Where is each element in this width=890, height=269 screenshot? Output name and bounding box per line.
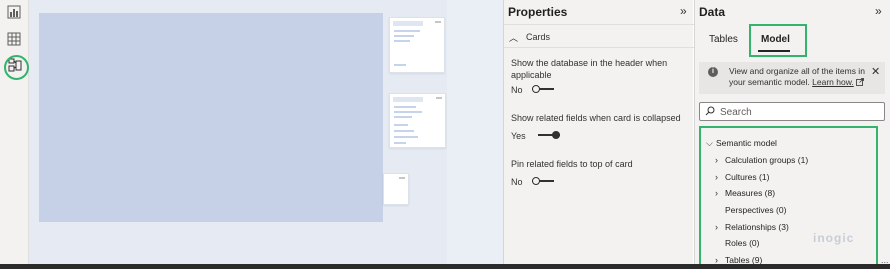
cards-section-header[interactable]: ︿ Cards	[504, 24, 694, 48]
chevron-right-icon: ›	[715, 155, 718, 165]
pin-related-fields-toggle[interactable]	[532, 177, 554, 185]
chevron-down-icon: ⌵	[706, 138, 713, 148]
tree-item-label: Calculation groups (1)	[725, 155, 809, 165]
search-icon	[705, 106, 715, 116]
tree-item-label: Cultures (1)	[725, 172, 770, 182]
tree-item-label: Roles (0)	[725, 238, 760, 248]
toggle-knob	[532, 85, 540, 93]
field-row	[394, 106, 416, 108]
table-card-header	[393, 21, 423, 26]
chevron-right-icon: ›	[715, 222, 718, 232]
field-row	[394, 124, 408, 126]
toggle-knob	[532, 177, 540, 185]
chevron-right-icon: ›	[715, 188, 718, 198]
more-options-icon[interactable]	[436, 97, 442, 99]
setting-label: Show the database in the header when app…	[511, 58, 668, 80]
tree-item-perspectives[interactable]: Perspectives (0)	[725, 205, 786, 215]
properties-title: Properties	[508, 5, 568, 19]
data-title: Data	[699, 5, 726, 19]
report-view-icon[interactable]	[7, 5, 21, 19]
collapse-pane-icon[interactable]: »	[875, 5, 885, 17]
tab-model-highlight: Model	[749, 24, 807, 57]
tree-item-cultures[interactable]: › Cultures (1)	[715, 172, 769, 182]
data-pane: Data » Tables Model i View and organize …	[694, 0, 890, 269]
tree-item-roles[interactable]: Roles (0)	[725, 238, 759, 248]
field-row	[394, 40, 410, 42]
semantic-model-tree: ⌵ Semantic model › Calculation groups (1) …	[699, 126, 878, 267]
show-related-fields-toggle[interactable]	[538, 131, 560, 139]
tree-item-label: Perspectives (0)	[725, 205, 787, 215]
field-row	[394, 130, 414, 132]
tree-item-label: Measures (8)	[725, 188, 776, 198]
table-view-icon[interactable]	[7, 32, 21, 46]
setting-label: Show related fields when card is collaps…	[511, 113, 681, 123]
field-row	[394, 136, 418, 138]
more-options-icon[interactable]	[435, 21, 441, 23]
toggle-knob	[552, 131, 560, 139]
collapse-pane-icon[interactable]: »	[680, 5, 690, 17]
tab-tables[interactable]: Tables	[709, 34, 738, 45]
tab-model[interactable]: Model	[761, 34, 790, 45]
field-row	[394, 35, 414, 37]
watermark-logo: inogic	[813, 231, 855, 245]
external-link-icon[interactable]	[856, 78, 865, 86]
close-icon[interactable]: ✕	[871, 65, 880, 78]
table-card[interactable]	[389, 17, 445, 73]
table-card-header	[393, 97, 423, 102]
tree-item-calculation-groups[interactable]: › Calculation groups (1)	[715, 155, 808, 165]
setting-label: Pin related fields to top of card	[511, 159, 633, 169]
model-canvas[interactable]	[29, 0, 503, 269]
tree-root-label: Semantic model	[716, 138, 777, 148]
info-icon: i	[708, 67, 718, 77]
tree-item-relationships[interactable]: › Relationships (3)	[715, 222, 789, 232]
field-row	[394, 116, 412, 118]
bottom-border	[0, 264, 890, 269]
info-banner: i View and organize all of the items in …	[699, 62, 885, 94]
info-text: View and organize all of the items in yo…	[729, 66, 869, 88]
view-rail	[0, 0, 29, 269]
properties-pane: Properties » ︿ Cards Show the database i…	[503, 0, 694, 269]
tree-item-label: Relationships (3)	[725, 222, 789, 232]
active-tab-indicator	[758, 50, 790, 52]
learn-how-link[interactable]: Learn how.	[812, 77, 854, 87]
setting-value: Yes	[511, 131, 526, 141]
field-row	[394, 142, 406, 144]
canvas-side-area	[447, 0, 503, 269]
setting-value: No	[511, 177, 523, 187]
table-card[interactable]	[389, 93, 446, 148]
model-view-highlight	[4, 55, 29, 80]
cards-section-label: Cards	[526, 32, 551, 42]
table-card[interactable]	[383, 173, 409, 205]
show-database-toggle[interactable]	[532, 85, 554, 93]
search-placeholder: Search	[720, 107, 752, 118]
tree-item-measures[interactable]: › Measures (8)	[715, 188, 775, 198]
diagram-layout-area[interactable]	[39, 13, 383, 222]
chevron-up-icon: ︿	[509, 33, 519, 43]
search-input[interactable]: Search	[699, 102, 885, 121]
field-row	[394, 64, 406, 66]
field-row	[394, 111, 422, 113]
setting-value: No	[511, 85, 523, 95]
tree-root-semantic-model[interactable]: ⌵ Semantic model	[706, 138, 777, 149]
more-options-icon[interactable]	[399, 177, 405, 179]
chevron-right-icon: ›	[715, 172, 718, 182]
field-row	[394, 30, 420, 32]
